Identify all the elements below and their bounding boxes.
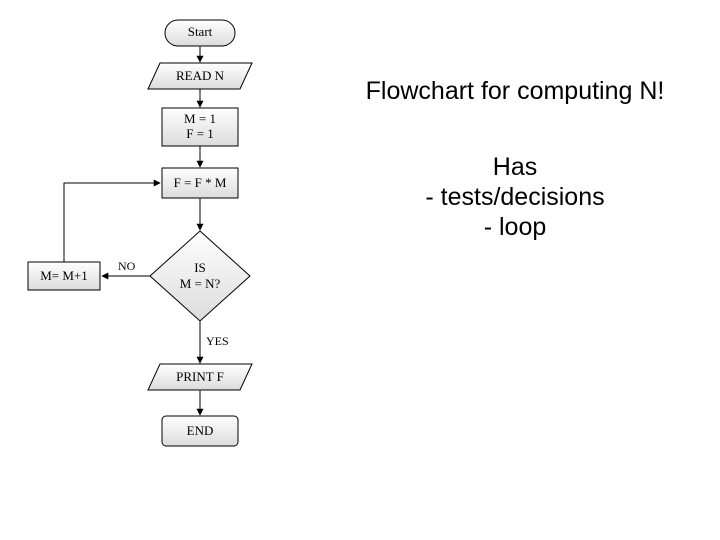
node-read-label: READ N — [176, 68, 225, 83]
edge-yes-label: YES — [206, 334, 229, 348]
node-end-label: END — [187, 423, 214, 438]
node-decision-label2: M = N? — [180, 276, 221, 291]
node-init-label1: M = 1 — [184, 111, 216, 126]
node-mult-label: F = F * M — [174, 175, 227, 190]
node-inc-label: M= M+1 — [40, 268, 88, 283]
edge-no-label: NO — [118, 259, 136, 273]
node-start-label: Start — [188, 24, 213, 39]
slide-canvas: Flowchart for computing N! Has - tests/d… — [0, 0, 720, 540]
node-init-label2: F = 1 — [186, 126, 214, 141]
node-decision-label1: IS — [194, 260, 206, 275]
arrow-loop-back — [64, 183, 160, 262]
node-print-label: PRINT F — [176, 369, 224, 384]
flowchart-svg: Start READ N M = 1 F = 1 F = F * M IS M … — [0, 0, 720, 540]
